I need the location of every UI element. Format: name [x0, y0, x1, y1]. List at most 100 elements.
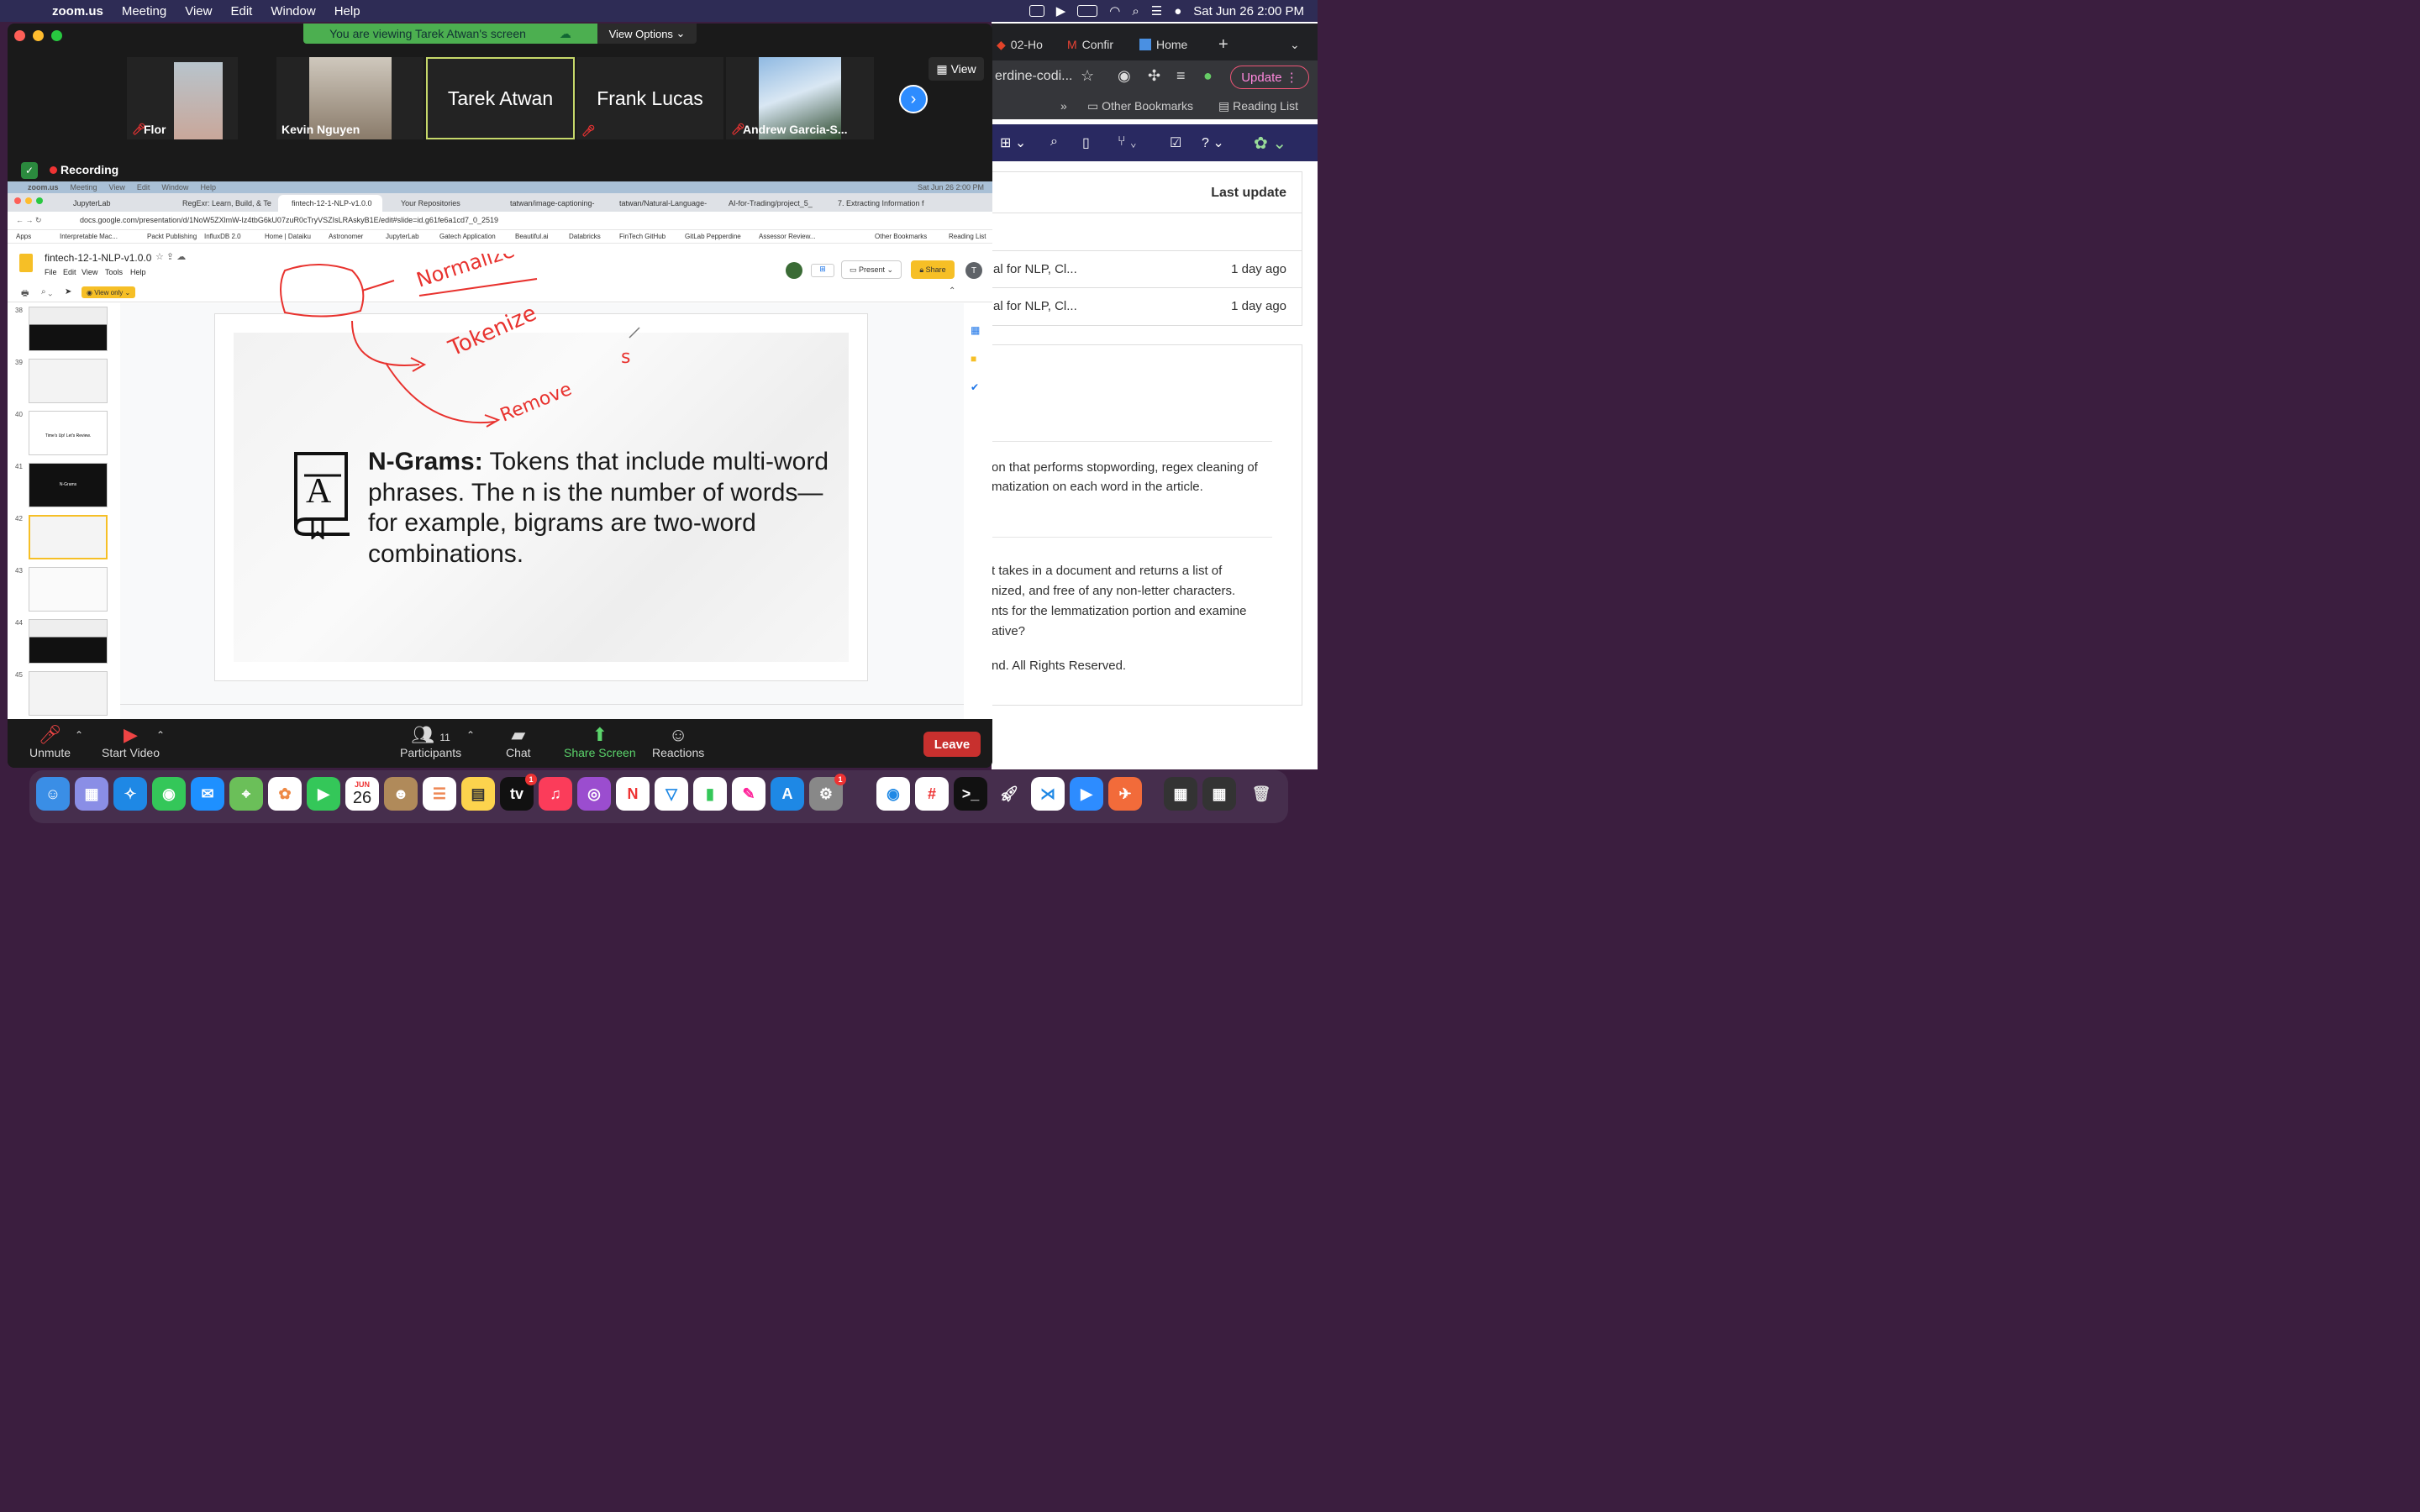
keynote-icon[interactable]: ▽ [655, 777, 688, 811]
notes-divider [120, 704, 964, 705]
slack-icon[interactable]: # [915, 777, 949, 811]
audio-options-chevron-icon[interactable]: ⌃ [75, 729, 83, 741]
media-icon[interactable]: ≡ [1176, 67, 1186, 85]
recording-indicator[interactable]: Recording [50, 163, 118, 176]
tab-home[interactable]: Home [1139, 32, 1187, 57]
bookmark-other[interactable]: ▭ Other Bookmarks [1087, 99, 1193, 113]
issues-icon[interactable]: ▯ [1082, 134, 1090, 151]
app-store-icon[interactable]: A [771, 777, 804, 811]
zoom-dock-icon[interactable]: ▶ [1070, 777, 1103, 811]
merge-request-icon[interactable]: ⑂ ⌄ [1118, 134, 1138, 150]
divider [992, 537, 1272, 538]
slide-thumbnail [29, 619, 108, 664]
menu-window[interactable]: Window [271, 4, 315, 18]
finder-icon[interactable]: ☺ [36, 777, 70, 811]
menubar-datetime[interactable]: Sat Jun 26 2:00 PM [1193, 4, 1304, 18]
todo-icon[interactable]: ☑ [1170, 134, 1181, 151]
notes-icon[interactable]: ▤ [461, 777, 495, 811]
table-row[interactable]: al for NLP, Cl... 1 day ago [992, 288, 1302, 326]
bookmark-overflow[interactable]: » [1060, 99, 1067, 113]
reactions-button[interactable]: ☺ Reactions [652, 724, 704, 759]
menu-app-name[interactable]: zoom.us [52, 4, 103, 18]
photos-icon[interactable]: ✿ [268, 777, 302, 811]
facetime-icon[interactable]: ▶ [307, 777, 340, 811]
trash-icon[interactable]: 🗑︎ [1244, 777, 1278, 811]
calendar-icon[interactable]: JUN 26 [345, 777, 379, 811]
menu-edit[interactable]: Edit [230, 4, 252, 18]
messages-icon[interactable]: ◉ [152, 777, 186, 811]
numbers-icon[interactable]: ▮ [693, 777, 727, 811]
bookmark-reading-list[interactable]: ▤ Reading List [1218, 99, 1298, 113]
profile-avatar[interactable]: ● [1203, 67, 1213, 85]
tab-search-icon[interactable]: ⌄ [1290, 32, 1300, 57]
safari-icon[interactable]: ✧ [113, 777, 147, 811]
repo-name[interactable]: al for NLP, Cl... [993, 262, 1077, 276]
extension-icon[interactable]: ◉ [1118, 67, 1131, 85]
participant-tile-active-speaker[interactable]: Tarek Atwan [426, 57, 575, 139]
menu-help[interactable]: Help [334, 4, 360, 18]
chrome-icon[interactable]: ◉ [876, 777, 910, 811]
omnibox-url[interactable]: erdine-codi... [995, 69, 1073, 84]
start-video-button[interactable]: ▶︎ Start Video [102, 724, 160, 759]
reminders-icon[interactable]: ☰ [423, 777, 456, 811]
participant-tile[interactable]: Kevin Nguyen [276, 57, 424, 139]
share-screen-button[interactable]: ⬆ Share Screen [564, 724, 636, 759]
pages-icon[interactable]: ✎ [732, 777, 765, 811]
leave-button[interactable]: Leave [923, 732, 981, 757]
play-icon[interactable]: ▶ [1056, 3, 1066, 18]
shared-tab: AI-for-Trading/project_5_ [729, 199, 813, 207]
apple-tv-icon[interactable]: tv 1 [500, 774, 537, 811]
spotlight-icon[interactable]: ⌕ [1132, 4, 1139, 18]
participants-button[interactable]: 👥︎ 11 Participants [400, 724, 461, 759]
participant-tile[interactable]: 🎤︎ Flor [127, 57, 238, 139]
vscode-icon[interactable]: ⋊ [1031, 777, 1065, 811]
rocket-icon[interactable]: 🚀︎ [992, 777, 1026, 811]
maps-icon[interactable]: ⌖ [229, 777, 263, 811]
user-avatar[interactable]: ✿ ⌄ [1254, 133, 1286, 154]
plus-icon[interactable]: ⊞ ⌄ [1000, 134, 1026, 151]
help-icon[interactable]: ? ⌄ [1202, 134, 1224, 151]
repo-name[interactable]: al for NLP, Cl... [993, 299, 1077, 313]
postman-icon[interactable]: ✈ [1108, 777, 1142, 811]
menu-view[interactable]: View [185, 4, 212, 18]
search-icon[interactable]: ⌕ [1050, 134, 1058, 150]
mail-icon[interactable]: ✉ [191, 777, 224, 811]
unmute-button[interactable]: 🎤︎ Unmute [29, 724, 71, 759]
wifi-icon[interactable]: ◠ [1109, 3, 1120, 18]
close-window-button[interactable] [14, 30, 25, 41]
zoom-status-icon[interactable] [1028, 5, 1044, 17]
news-icon[interactable]: N [616, 777, 650, 811]
puzzle-icon[interactable]: ✣ [1148, 67, 1160, 85]
control-center-icon[interactable]: ☰ [1151, 3, 1162, 18]
chat-button[interactable]: ▰ Chat [506, 724, 531, 759]
tab-gitlab[interactable]: ◆ 02-Ho [997, 32, 1043, 57]
update-button[interactable]: Update ⋮ [1230, 66, 1309, 89]
next-page-arrow-icon[interactable]: › [899, 85, 928, 113]
participant-tile[interactable]: 🎤︎ Andrew Garcia-S... [726, 57, 874, 139]
terminal-icon[interactable]: >_ [954, 777, 987, 811]
launchpad-icon[interactable]: ▦ [75, 777, 108, 811]
music-icon[interactable]: ♫ [539, 777, 572, 811]
participants-chevron-icon[interactable]: ⌃ [466, 729, 475, 741]
content-panel: on that performs stopwording, regex clea… [992, 344, 1302, 706]
shared-address-bar: ← → ↻ docs.google.com/presentation/d/1No… [8, 212, 992, 230]
downloads-stack-icon[interactable]: ▦ [1164, 777, 1197, 811]
battery-icon[interactable] [1077, 5, 1098, 17]
fullscreen-window-button[interactable] [51, 30, 62, 41]
table-row[interactable]: al for NLP, Cl... 1 day ago [992, 250, 1302, 288]
system-preferences-icon[interactable]: ⚙ 1 [809, 774, 846, 811]
view-button[interactable]: ▦ View [929, 57, 984, 81]
podcasts-icon[interactable]: ◎ [577, 777, 611, 811]
video-options-chevron-icon[interactable]: ⌃ [156, 729, 165, 741]
siri-icon[interactable]: ● [1174, 4, 1181, 18]
screenshots-stack-icon[interactable]: ▦ [1202, 777, 1236, 811]
view-options-button[interactable]: View Options ⌄ [597, 24, 697, 44]
new-tab-button[interactable]: + [1218, 32, 1228, 57]
shield-icon[interactable]: ✓ [21, 162, 38, 179]
participant-tile[interactable]: Frank Lucas 🎤︎ [576, 57, 723, 139]
tab-gmail[interactable]: M Confir [1067, 32, 1113, 57]
contacts-icon[interactable]: ☻ [384, 777, 418, 811]
bookmark-star-icon[interactable]: ☆ [1081, 67, 1094, 85]
minimize-window-button[interactable] [33, 30, 44, 41]
menu-meeting[interactable]: Meeting [122, 4, 166, 18]
